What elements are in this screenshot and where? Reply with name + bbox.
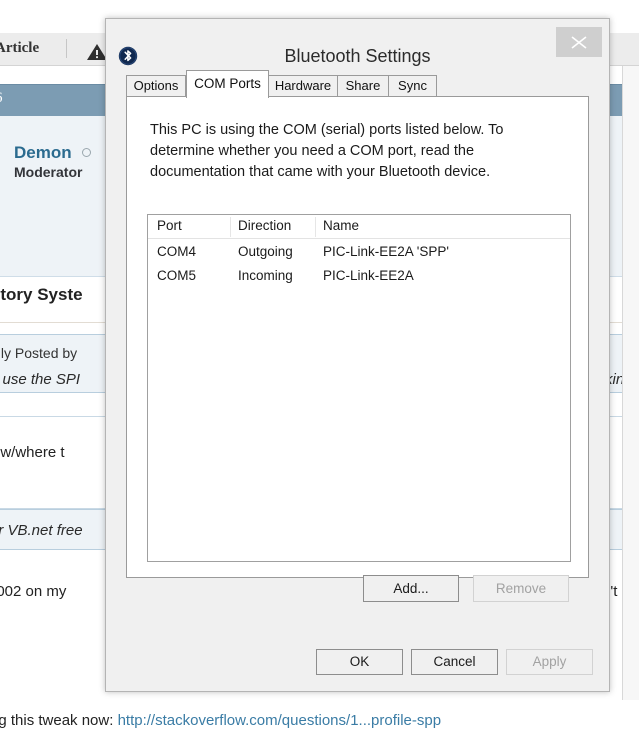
quote-attribution: ally Posted by [0,345,77,361]
cell-port: COM4 [157,244,196,259]
com-ports-tab-panel: This PC is using the COM (serial) ports … [126,96,589,578]
forum-section-header-text: 6 [0,90,3,107]
column-header-direction[interactable]: Direction [238,218,291,233]
ok-button[interactable]: OK [316,649,403,675]
quote-text-left: u use the SPI [0,371,80,388]
post-body-line-2: er VB.net free [0,522,83,539]
post-body-line-3: 2002 on my [0,583,66,600]
apply-button: Apply [506,649,593,675]
cell-direction: Outgoing [238,244,293,259]
remove-button: Remove [473,575,569,602]
list-header-row: Port Direction Name [148,215,570,239]
column-header-name[interactable]: Name [323,218,359,233]
footer-text: ng this tweak now: [0,712,118,729]
close-button[interactable] [556,27,602,57]
table-row[interactable]: COM4 Outgoing PIC-Link-EE2A 'SPP' [148,241,570,265]
post-body-line-1: ow/where t [0,444,65,461]
thread-title[interactable]: ntory Syste [0,285,83,305]
tab-share[interactable]: Share [337,75,389,97]
column-separator[interactable] [315,217,316,237]
forum-footer-line: ng this tweak now: http://stackoverflow.… [0,712,639,729]
breadcrumb[interactable]: Article [0,40,39,57]
dialog-title: Bluetooth Settings [106,46,609,67]
add-button[interactable]: Add... [363,575,459,602]
column-header-port[interactable]: Port [157,218,182,233]
cell-direction: Incoming [238,268,293,283]
tab-hardware[interactable]: Hardware [268,75,338,97]
bluetooth-settings-dialog: Bluetooth Settings Options COM Ports Har… [105,18,610,692]
dialog-titlebar[interactable]: Bluetooth Settings [106,19,609,67]
tab-com-ports[interactable]: COM Ports [186,70,269,98]
panel-description: This PC is using the COM (serial) ports … [150,120,550,183]
tab-sync[interactable]: Sync [388,75,437,97]
close-icon [571,36,587,49]
online-status-icon [82,148,91,157]
cell-port: COM5 [157,268,196,283]
footer-link[interactable]: http://stackoverflow.com/questions/1...p… [118,712,442,729]
tab-options[interactable]: Options [126,75,186,97]
table-row[interactable]: COM5 Incoming PIC-Link-EE2A [148,265,570,289]
cancel-button[interactable]: Cancel [411,649,498,675]
tab-strip: Options COM Ports Hardware Share Sync [126,75,589,97]
breadcrumb-divider [66,39,67,58]
post-author-name[interactable]: Demon [14,143,72,163]
column-separator[interactable] [230,217,231,237]
cell-name: PIC-Link-EE2A 'SPP' [323,244,449,259]
cell-name: PIC-Link-EE2A [323,268,414,283]
com-ports-list[interactable]: Port Direction Name COM4 Outgoing PIC-Li… [147,214,571,562]
post-author-title: Moderator [14,164,82,180]
forum-right-gutter [623,66,639,700]
